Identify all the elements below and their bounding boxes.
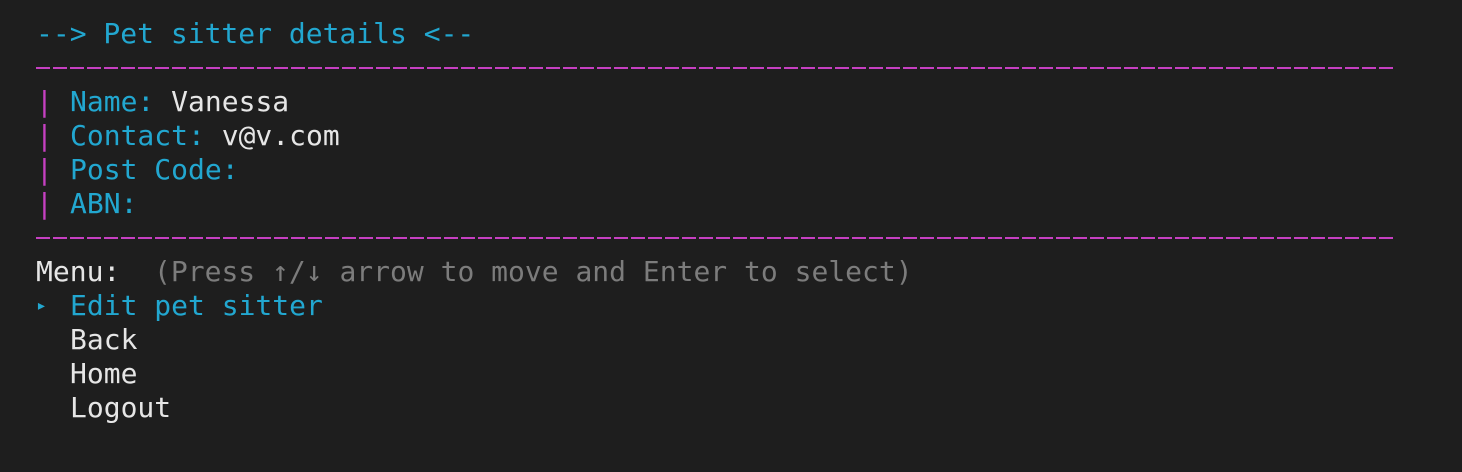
- menu-item-label: Home: [70, 357, 138, 390]
- postcode-label: Post Code:: [70, 153, 239, 186]
- menu-item-edit-pet-sitter[interactable]: ▸ Edit pet sitter: [36, 289, 1426, 323]
- menu-item-label: Edit pet sitter: [70, 289, 323, 322]
- menu-item-label: Back: [70, 323, 138, 356]
- row-bar: |: [36, 153, 53, 186]
- detail-row-abn: | ABN:: [36, 187, 1426, 221]
- bottom-divider-line: [36, 237, 1394, 239]
- menu-item-label: Logout: [70, 391, 172, 424]
- abn-label: ABN:: [70, 187, 138, 220]
- menu-item-home[interactable]: Home: [36, 357, 1426, 391]
- bottom-divider: [36, 221, 1426, 255]
- contact-label: Contact:: [70, 119, 205, 152]
- top-divider: [36, 51, 1426, 85]
- name-value: Vanessa: [171, 85, 290, 118]
- row-bar: |: [36, 187, 53, 220]
- top-divider-line: [36, 67, 1394, 69]
- detail-row-name: | Name: Vanessa: [36, 85, 1426, 119]
- terminal-output: --> Pet sitter details <-- | Name: Vaness…: [36, 17, 1426, 425]
- contact-value: v@v.com: [221, 119, 340, 152]
- menu-item-logout[interactable]: Logout: [36, 391, 1426, 425]
- detail-row-postcode: | Post Code:: [36, 153, 1426, 187]
- row-bar: |: [36, 119, 53, 152]
- detail-row-contact: | Contact: v@v.com: [36, 119, 1426, 153]
- row-bar: |: [36, 85, 53, 118]
- menu-item-back[interactable]: Back: [36, 323, 1426, 357]
- name-label: Name:: [70, 85, 155, 118]
- menu-hint: (Press ↑/↓ arrow to move and Enter to se…: [154, 255, 913, 288]
- menu-label: Menu:: [36, 255, 121, 288]
- selection-pointer-icon: ▸: [36, 295, 47, 316]
- menu-header: Menu: (Press ↑/↓ arrow to move and Enter…: [36, 255, 1426, 289]
- page-title: --> Pet sitter details <--: [36, 17, 475, 50]
